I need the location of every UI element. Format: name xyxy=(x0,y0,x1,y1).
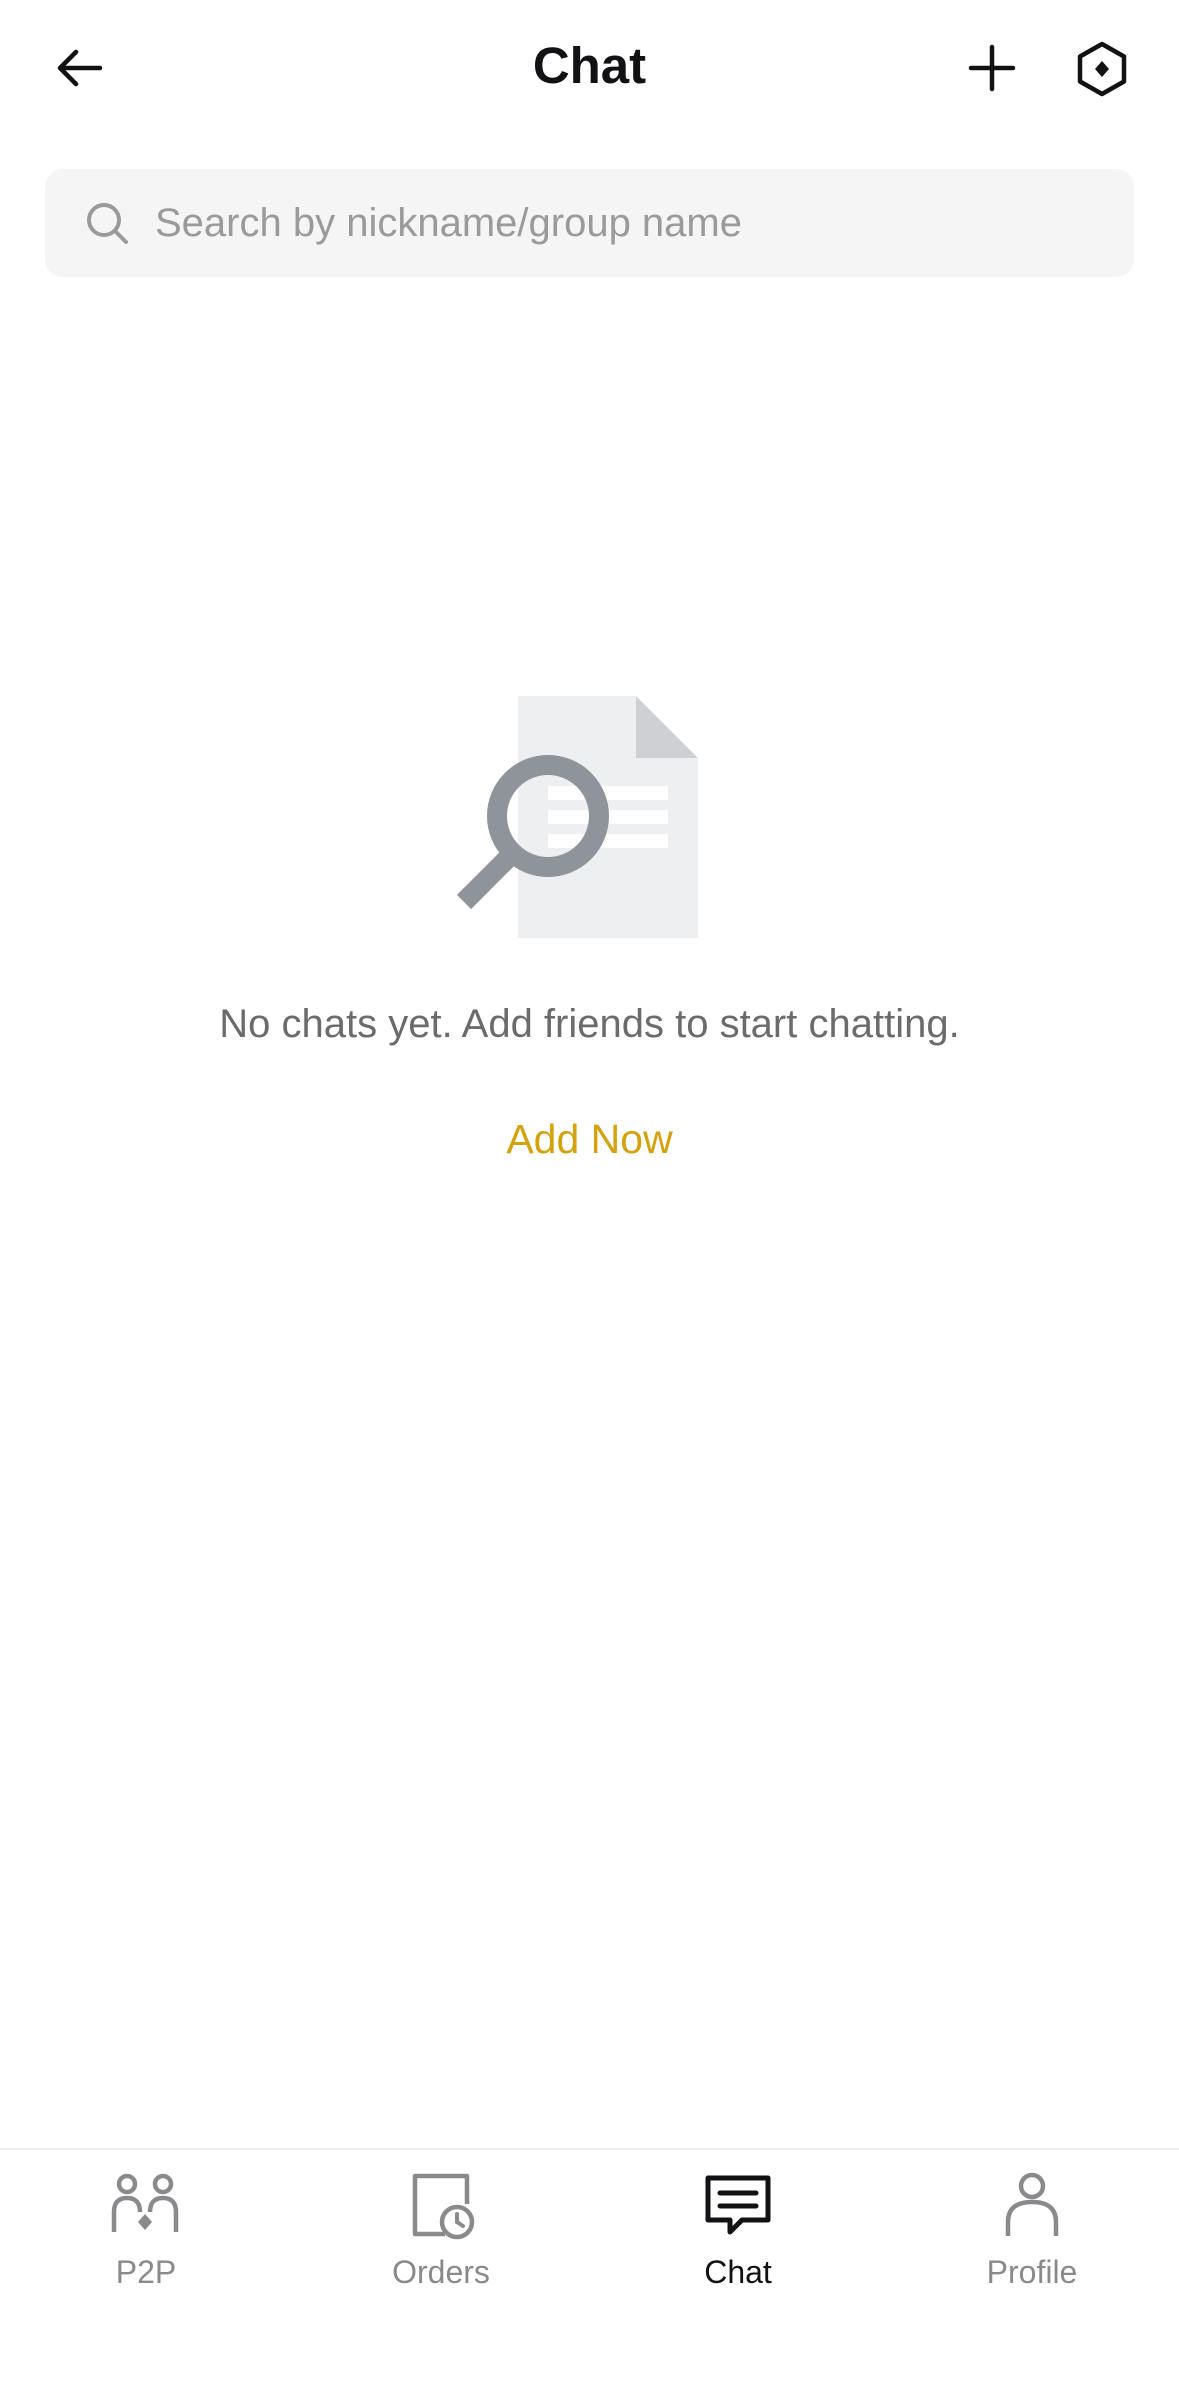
nav-label-profile: Profile xyxy=(986,2254,1078,2290)
chat-icon xyxy=(705,2175,771,2235)
nav-label-orders: Orders xyxy=(392,2254,490,2290)
plus-icon xyxy=(968,44,1016,92)
nav-item-profile[interactable]: Profile xyxy=(932,2170,1132,2310)
bottom-nav: P2P Orders Chat Profile xyxy=(0,2148,1179,2396)
hexagon-settings-icon xyxy=(1077,41,1127,97)
search-input[interactable] xyxy=(155,193,1055,253)
add-now-wrapper: Add Now xyxy=(0,1111,1179,1167)
nav-item-orders[interactable]: Orders xyxy=(341,2170,541,2310)
add-button[interactable] xyxy=(962,38,1022,98)
p2p-icon xyxy=(111,2173,179,2232)
header: Chat xyxy=(0,0,1179,134)
document-magnifier-icon xyxy=(456,696,698,938)
add-now-link[interactable]: Add Now xyxy=(506,1116,672,1162)
nav-item-p2p[interactable]: P2P xyxy=(46,2170,246,2310)
settings-button[interactable] xyxy=(1071,38,1133,100)
empty-state-message: No chats yet. Add friends to start chatt… xyxy=(219,1002,960,1046)
nav-item-chat[interactable]: Chat xyxy=(638,2170,838,2310)
search-icon xyxy=(87,203,128,244)
search-bar[interactable] xyxy=(45,169,1134,277)
orders-icon xyxy=(412,2173,475,2240)
profile-icon xyxy=(1005,2172,1059,2236)
nav-label-chat: Chat xyxy=(704,2254,772,2290)
nav-label-p2p: P2P xyxy=(115,2254,177,2290)
